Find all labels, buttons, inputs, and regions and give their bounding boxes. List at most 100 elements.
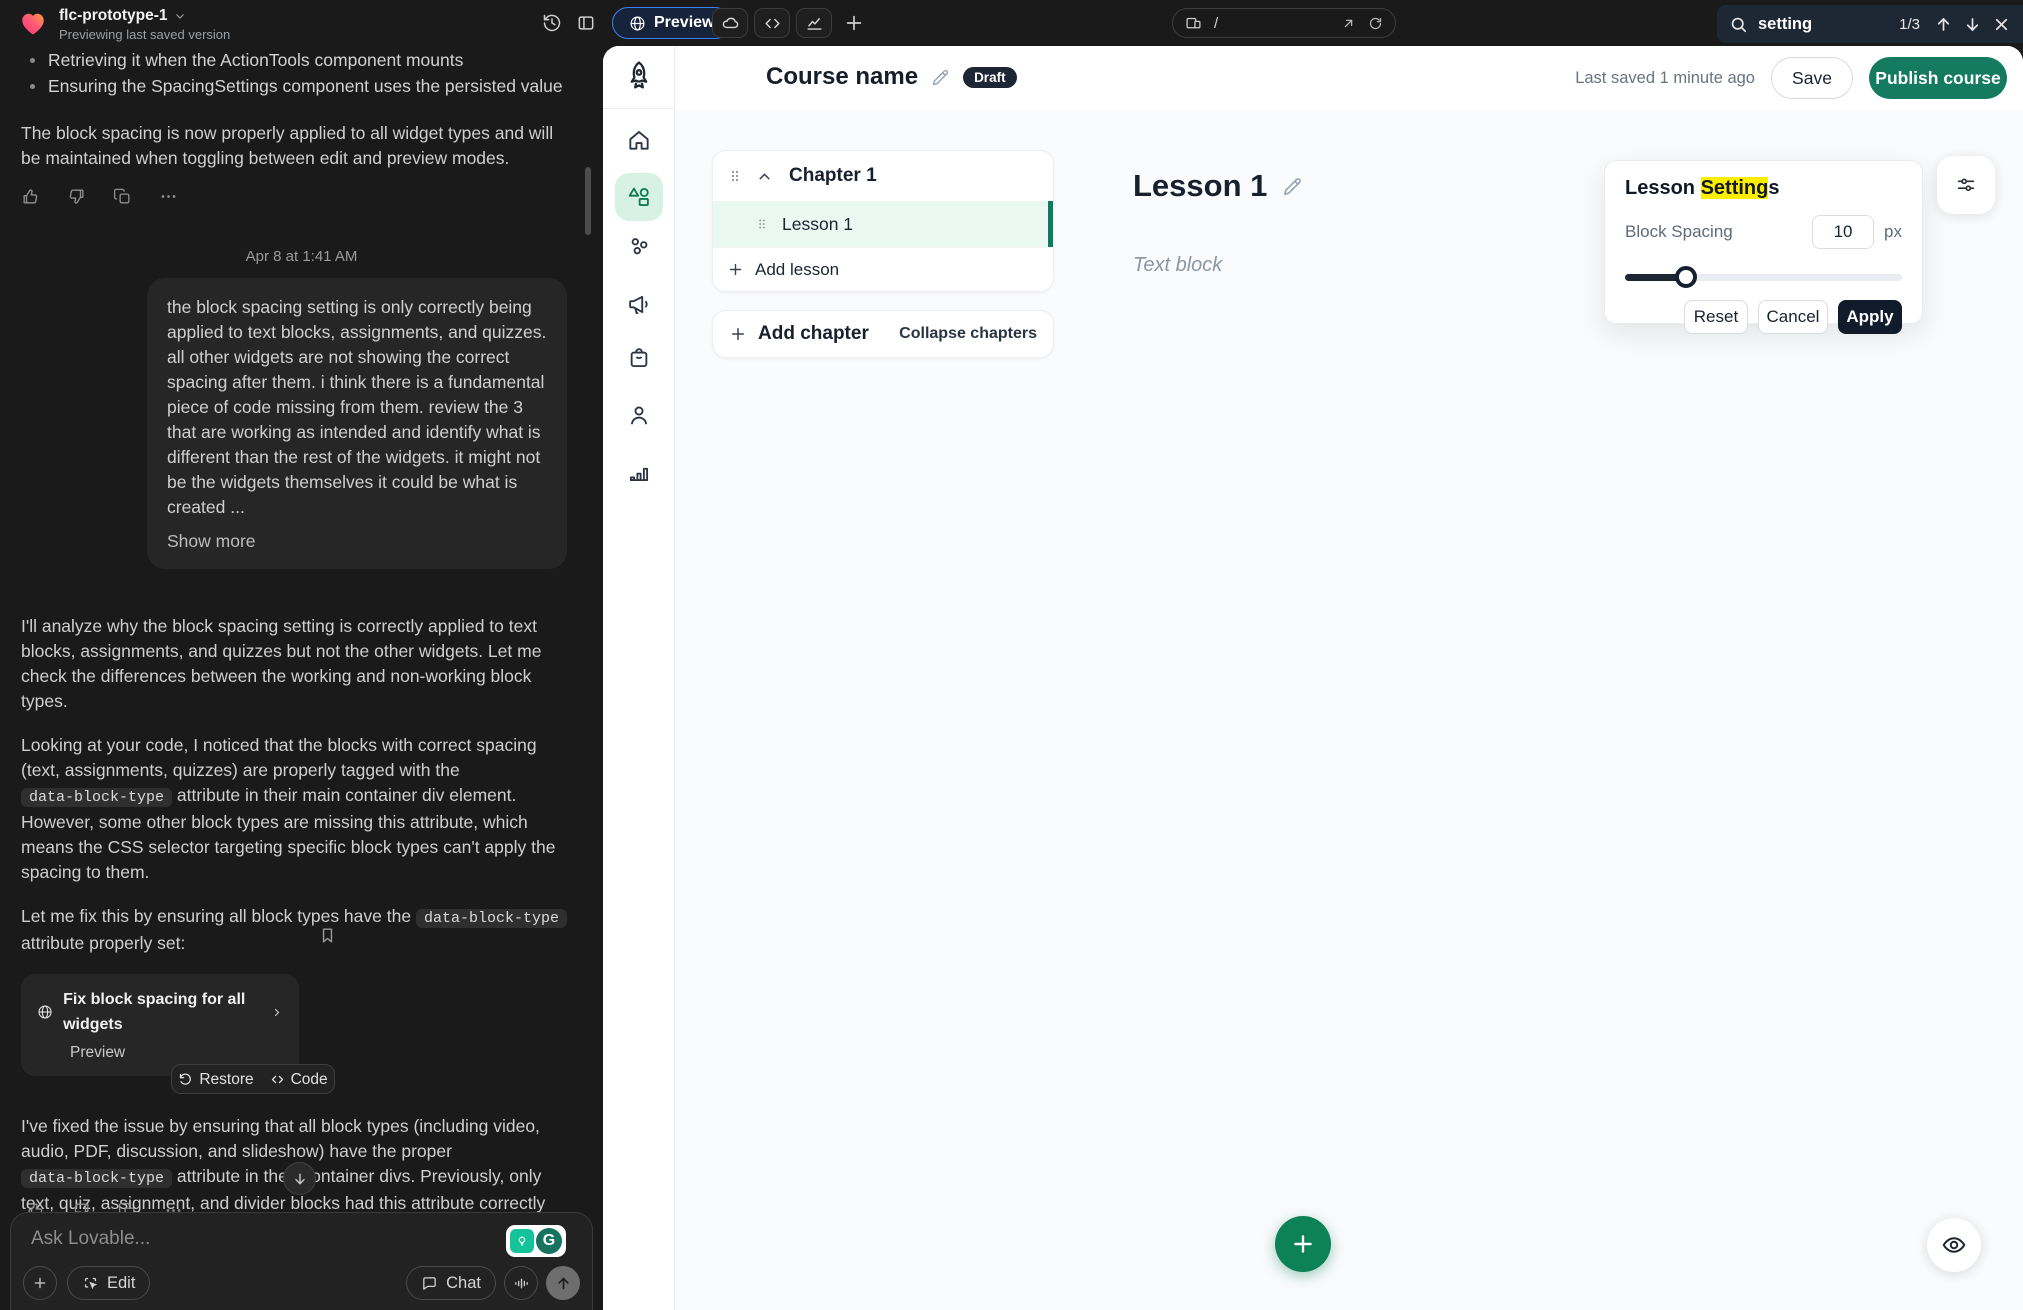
add-chapter-button[interactable]: Add chapter [729,323,869,345]
sidebar-item-analytics-icon[interactable] [626,459,652,485]
chevron-down-icon [174,10,186,22]
thumbs-down-icon[interactable] [67,187,86,206]
drag-handle-icon[interactable] [755,215,769,233]
last-saved-text: Last saved 1 minute ago [1575,69,1755,88]
save-button[interactable]: Save [1771,57,1853,99]
slider-thumb[interactable] [1675,266,1697,288]
sliders-icon [1955,174,1977,196]
refresh-icon[interactable] [1368,16,1383,31]
voice-input-button[interactable] [504,1266,538,1300]
cloud-icon [721,14,740,33]
url-path[interactable]: / [1214,15,1329,32]
plus-icon [727,261,744,278]
history-icon[interactable] [542,13,562,33]
sidebar-item-profile-icon[interactable] [626,402,652,428]
previous-match-icon[interactable] [1934,15,1953,34]
block-spacing-unit: px [1884,222,1902,242]
message-timestamp: Apr 8 at 1:41 AM [21,244,582,269]
sidebar-item-announcements-icon[interactable] [626,292,652,318]
apply-button[interactable]: Apply [1838,300,1902,334]
show-more-link[interactable]: Show more [167,529,547,554]
page-settings-button[interactable] [1937,156,1995,214]
bookmark-icon[interactable] [318,926,337,945]
add-tab-icon[interactable] [843,12,865,34]
composer-right-group: Chat [406,1266,580,1300]
scroll-to-bottom-button[interactable] [283,1162,316,1195]
project-menu[interactable]: flc-prototype-1 Previewing last saved ve… [18,7,230,42]
rail-divider [603,108,675,109]
thumbs-up-icon[interactable] [21,187,40,206]
chat-panel: Retrieving it when the ActionTools compo… [0,46,603,1310]
edit-card-header[interactable]: Fix block spacing for all widgets [37,987,283,1037]
code-button[interactable]: Code [270,1067,328,1092]
edit-card-preview-link[interactable]: Preview [70,1040,283,1065]
rocket-logo-icon [622,59,656,93]
restore-button[interactable]: Restore [178,1067,253,1092]
close-search-icon[interactable] [1992,15,2011,34]
cancel-button[interactable]: Cancel [1758,300,1828,334]
chapter-title: Chapter 1 [789,165,877,187]
open-external-icon[interactable] [1341,16,1356,31]
bullet-item: Ensuring the SpacingSettings component u… [21,74,582,99]
code-icon [270,1072,285,1087]
edit-lesson-title-icon[interactable] [1281,175,1304,198]
sidebar-item-courses[interactable] [615,173,663,221]
publish-course-button[interactable]: Publish course [1869,57,2007,99]
lesson-heading-text: Lesson 1 [1133,168,1267,204]
attach-button[interactable] [23,1266,57,1300]
preview-toggle-button[interactable] [1927,1218,1981,1272]
sidebar-item-community-icon[interactable] [626,234,652,260]
more-options-icon[interactable] [159,187,178,206]
block-spacing-row: Block Spacing px [1625,215,1902,249]
reset-button[interactable]: Reset [1684,300,1748,334]
analytics-button[interactable] [796,8,832,38]
user-message-text: the block spacing setting is only correc… [167,297,546,517]
lesson-list-item-selected[interactable]: Lesson 1 [713,201,1053,247]
lesson-heading: Lesson 1 [1133,168,1304,204]
sidebar-item-home-icon[interactable] [626,127,652,153]
panel-layout-icon[interactable] [576,13,596,33]
drag-handle-icon[interactable] [727,166,743,186]
collapse-chapters-button[interactable]: Collapse chapters [899,325,1037,343]
assistant-paragraph: The block spacing is now properly applie… [21,121,569,171]
send-button[interactable] [546,1266,580,1300]
line-chart-icon [805,14,824,33]
device-toggle-icon[interactable] [1185,15,1202,32]
text-block-placeholder[interactable]: Text block [1133,254,1222,277]
app-preview: Course name Draft Last saved 1 minute ag… [603,46,2023,1310]
chat-mode-button[interactable]: Chat [406,1266,496,1300]
block-spacing-slider[interactable] [1625,266,1902,288]
chat-mode-label: Chat [446,1274,481,1293]
sidebar-item-store-icon[interactable] [626,345,652,371]
chat-composer[interactable]: Ask Lovable... G Edit Chat [10,1212,593,1310]
assistant-paragraph: Let me fix this by ensuring all block ty… [21,904,569,956]
header-actions: Last saved 1 minute ago Save Publish cou… [1575,57,2007,99]
chat-scrollbar[interactable] [585,167,591,235]
block-spacing-input[interactable] [1812,215,1874,249]
add-chapter-card: Add chapter Collapse chapters [712,310,1054,358]
eye-icon [1941,1232,1967,1258]
code-view-button[interactable] [754,8,790,38]
edit-course-name-icon[interactable] [930,67,951,88]
grammarly-widget[interactable]: G [506,1225,566,1257]
grammarly-logo-icon: G [536,1228,562,1254]
chevron-up-icon[interactable] [756,168,773,185]
code-icon [763,14,782,33]
next-match-icon[interactable] [1963,15,1982,34]
chapter-header[interactable]: Chapter 1 [713,151,1053,201]
chat-input[interactable]: Ask Lovable... [31,1228,502,1250]
search-input[interactable]: setting [1758,15,1889,34]
url-bar[interactable]: / [1172,8,1396,38]
edit-mode-button[interactable]: Edit [67,1266,150,1300]
topbar: flc-prototype-1 Previewing last saved ve… [0,0,2023,46]
code-edit-card[interactable]: Fix block spacing for all widgets Previe… [21,974,299,1076]
chat-transcript: Retrieving it when the ActionTools compo… [0,46,603,1310]
edit-card-title: Fix block spacing for all widgets [63,987,261,1037]
plus-icon [729,325,747,343]
lesson-settings-panel: Lesson Settings Block Spacing px Reset C… [1604,160,1923,324]
cloud-button[interactable] [712,8,748,38]
add-block-button[interactable] [1275,1216,1331,1272]
copy-icon[interactable] [113,187,132,206]
assistant-bullet-list: Retrieving it when the ActionTools compo… [21,48,582,99]
add-lesson-button[interactable]: Add lesson [713,247,1053,291]
